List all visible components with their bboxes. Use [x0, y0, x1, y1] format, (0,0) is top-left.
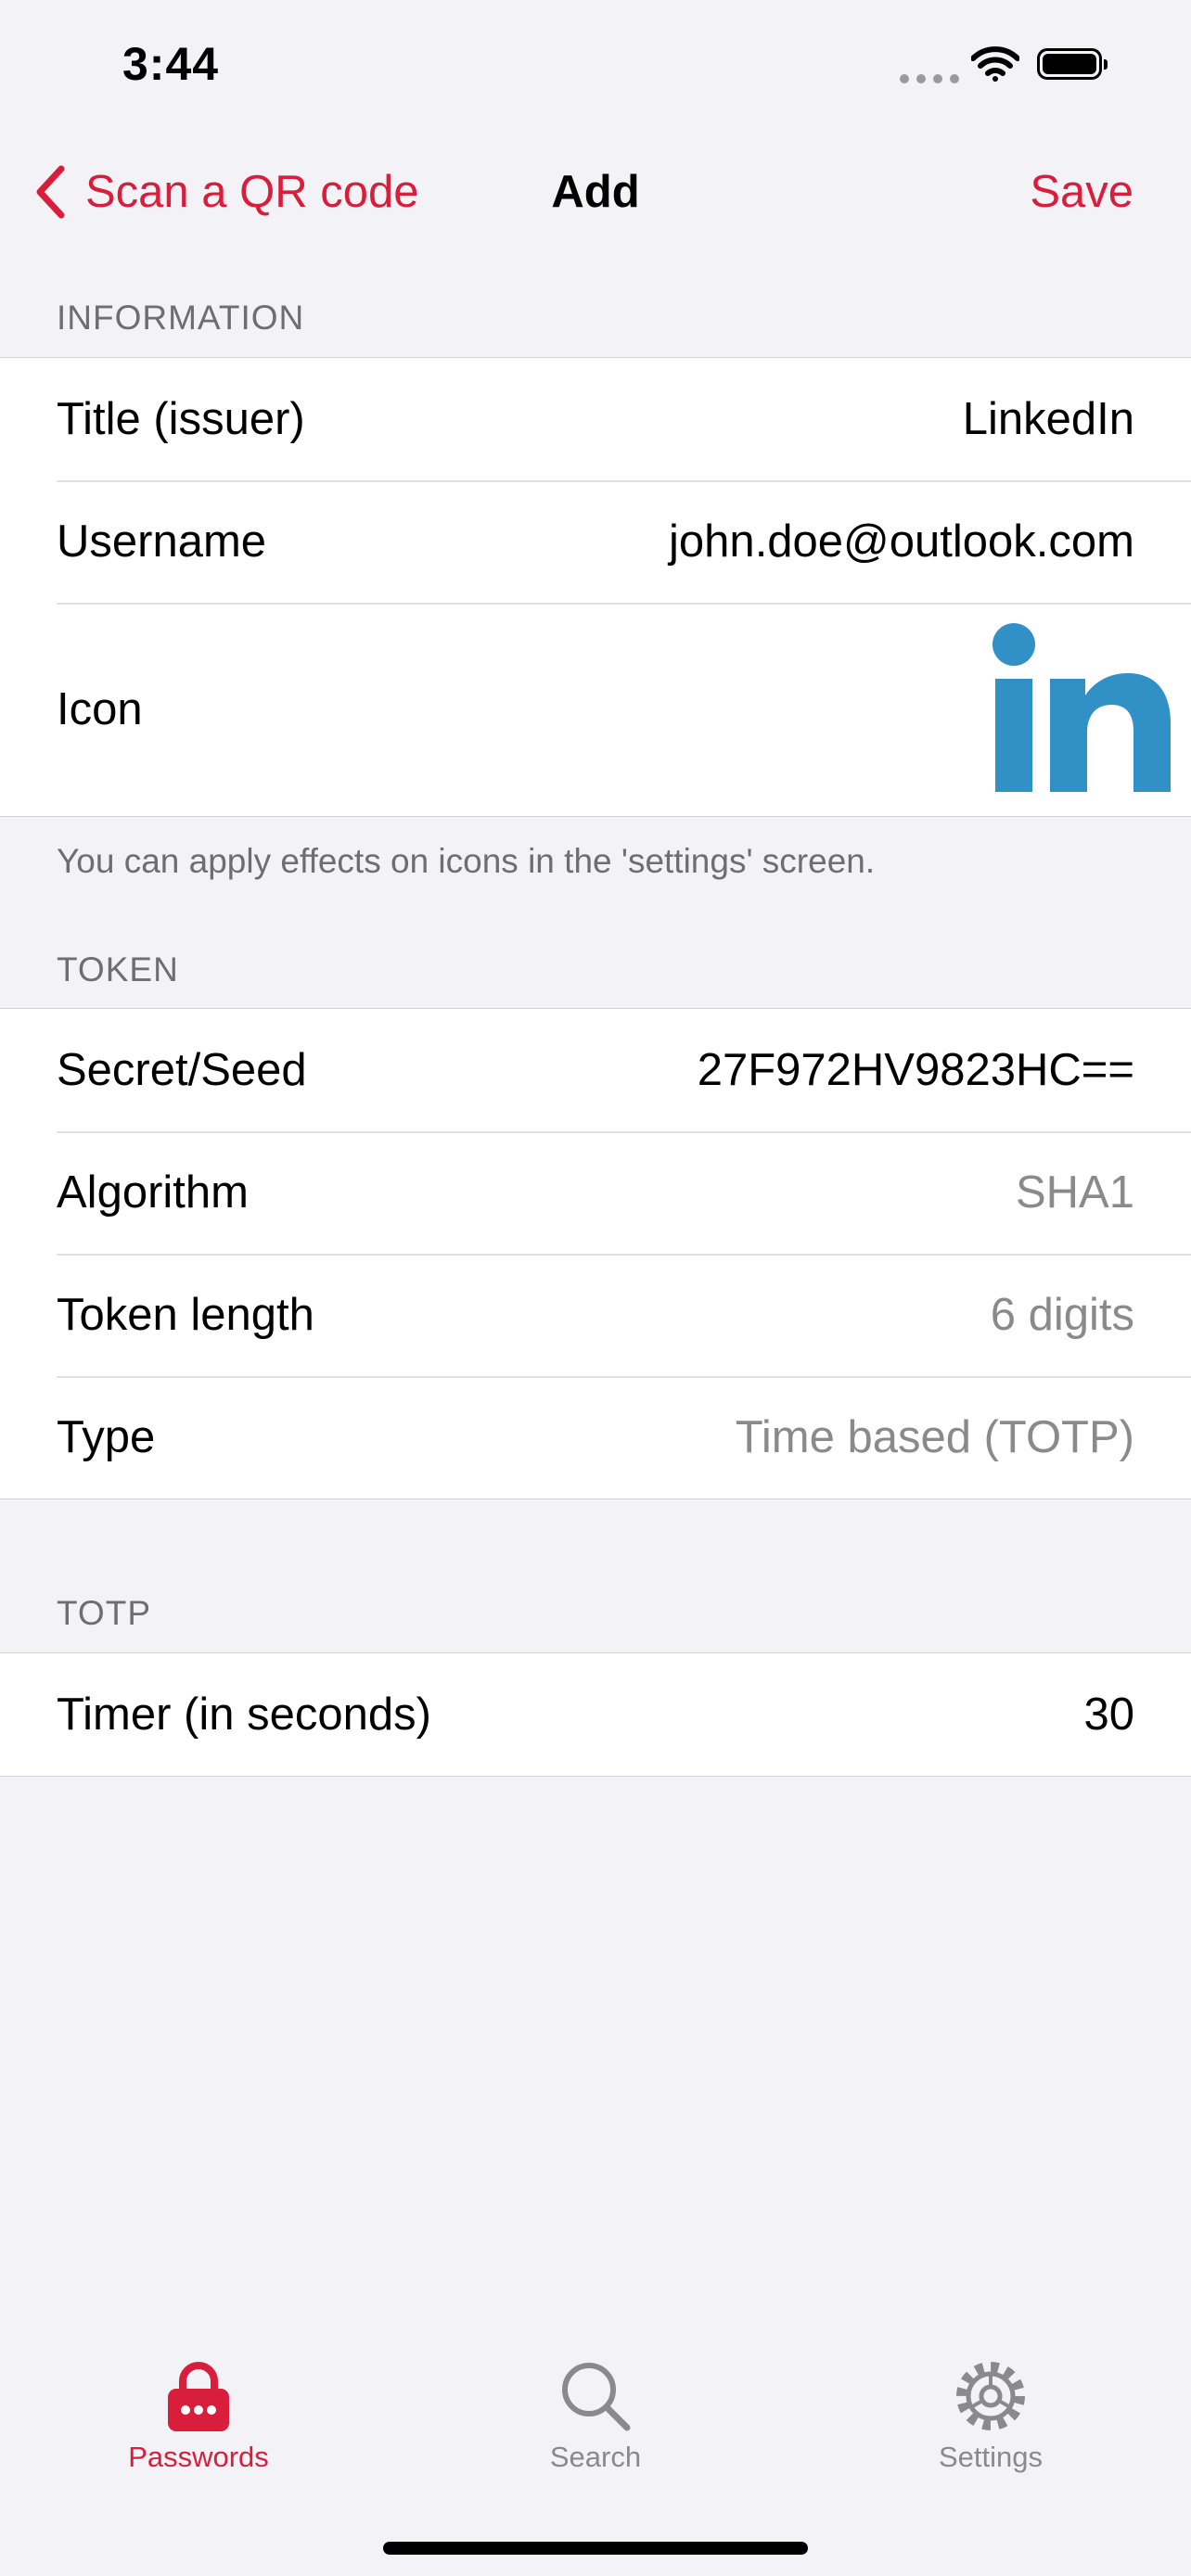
linkedin-logo-icon[interactable]: [992, 621, 1171, 797]
status-time: 3:44: [122, 38, 220, 90]
tab-search-label: Search: [549, 2441, 642, 2473]
cellular-signal-icon: [900, 74, 959, 83]
section-header-totp: TOTP: [57, 1594, 151, 1632]
username-row[interactable]: Username john.doe@outlook.com: [0, 480, 1191, 603]
token-group: Secret/Seed 27F972HV9823HC== Algorithm S…: [0, 1008, 1191, 1499]
page-title: Add: [551, 167, 640, 217]
timer-label: Timer (in seconds): [57, 1690, 431, 1740]
wifi-icon: [971, 46, 1019, 82]
title-row[interactable]: Title (issuer) LinkedIn: [0, 358, 1191, 480]
algorithm-row[interactable]: Algorithm SHA1: [0, 1131, 1191, 1254]
algorithm-value[interactable]: SHA1: [1016, 1131, 1134, 1254]
secret-row[interactable]: Secret/Seed 27F972HV9823HC==: [0, 1009, 1191, 1131]
timer-row[interactable]: Timer (in seconds) 30: [0, 1653, 1191, 1776]
gear-icon: [956, 2362, 1025, 2430]
save-button[interactable]: Save: [1030, 164, 1133, 220]
section-header-information: INFORMATION: [57, 299, 305, 337]
section-header-token: TOKEN: [57, 950, 179, 988]
tab-search[interactable]: Search: [475, 2361, 716, 2474]
timer-value[interactable]: 30: [1083, 1653, 1134, 1776]
battery-icon: [1037, 48, 1108, 80]
secret-label: Secret/Seed: [57, 1045, 307, 1095]
type-value[interactable]: Time based (TOTP): [736, 1376, 1134, 1498]
algorithm-label: Algorithm: [57, 1167, 249, 1218]
tab-settings-label: Settings: [938, 2441, 1043, 2473]
home-indicator[interactable]: [383, 2542, 808, 2555]
navigation-bar: Scan a QR code Add Save: [0, 139, 1191, 246]
username-value[interactable]: john.doe@outlook.com: [669, 480, 1134, 603]
username-label: Username: [57, 516, 267, 567]
tab-bar: Passwords Search Settings: [0, 2298, 1191, 2576]
type-row[interactable]: Type Time based (TOTP): [0, 1376, 1191, 1498]
totp-group: Timer (in seconds) 30: [0, 1652, 1191, 1777]
lock-icon: [168, 2362, 229, 2431]
tab-passwords[interactable]: Passwords: [78, 2361, 319, 2474]
token-length-row[interactable]: Token length 6 digits: [0, 1254, 1191, 1376]
title-value[interactable]: LinkedIn: [963, 358, 1134, 480]
token-length-value[interactable]: 6 digits: [991, 1254, 1134, 1376]
icon-row[interactable]: Icon: [0, 603, 1191, 816]
search-icon: [562, 2363, 631, 2431]
icon-label: Icon: [57, 684, 143, 734]
title-label: Title (issuer): [57, 394, 305, 444]
secret-value[interactable]: 27F972HV9823HC==: [698, 1009, 1134, 1131]
token-length-label: Token length: [57, 1290, 314, 1340]
information-group: Title (issuer) LinkedIn Username john.do…: [0, 357, 1191, 817]
tab-passwords-label: Passwords: [128, 2441, 269, 2473]
type-label: Type: [57, 1412, 156, 1462]
tab-settings[interactable]: Settings: [870, 2361, 1111, 2474]
status-bar: 3:44: [0, 0, 1191, 139]
information-footer-note: You can apply effects on icons in the 's…: [57, 842, 876, 880]
